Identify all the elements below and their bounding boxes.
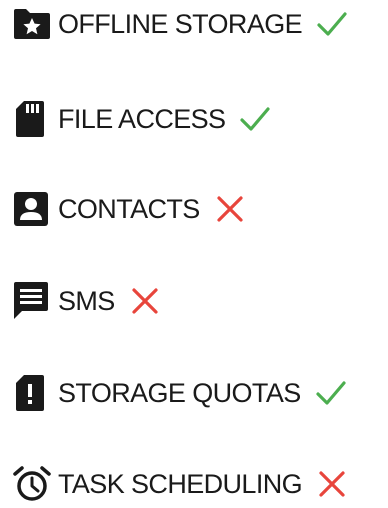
cross-icon (314, 466, 350, 502)
alarm-clock-icon (12, 464, 58, 504)
sd-card-icon (12, 99, 58, 139)
check-icon (313, 375, 349, 411)
feature-label: TASK SCHEDULING (58, 468, 303, 499)
contact-card-icon (12, 189, 58, 229)
folder-star-icon (12, 4, 58, 44)
feature-row-task-scheduling: TASK SCHEDULING (12, 460, 350, 508)
feature-row-storage-quotas: STORAGE QUOTAS (12, 369, 349, 417)
feature-label: STORAGE QUOTAS (58, 377, 301, 408)
check-icon (314, 6, 350, 42)
check-icon (237, 101, 273, 137)
feature-row-sms: SMS (12, 277, 163, 325)
sd-card-alert-icon (12, 373, 58, 413)
feature-label: CONTACTS (58, 193, 200, 224)
feature-row-file-access: FILE ACCESS (12, 95, 273, 143)
feature-row-contacts: CONTACTS (12, 185, 248, 233)
feature-label: FILE ACCESS (58, 103, 226, 134)
feature-label: SMS (58, 285, 115, 316)
message-icon (12, 281, 58, 321)
feature-row-offline-storage: OFFLINE STORAGE (12, 0, 350, 48)
feature-label: OFFLINE STORAGE (58, 8, 303, 39)
cross-icon (127, 283, 163, 319)
cross-icon (212, 191, 248, 227)
feature-support-list: OFFLINE STORAGE FILE ACCESS CONTACTS SMS… (0, 0, 388, 507)
